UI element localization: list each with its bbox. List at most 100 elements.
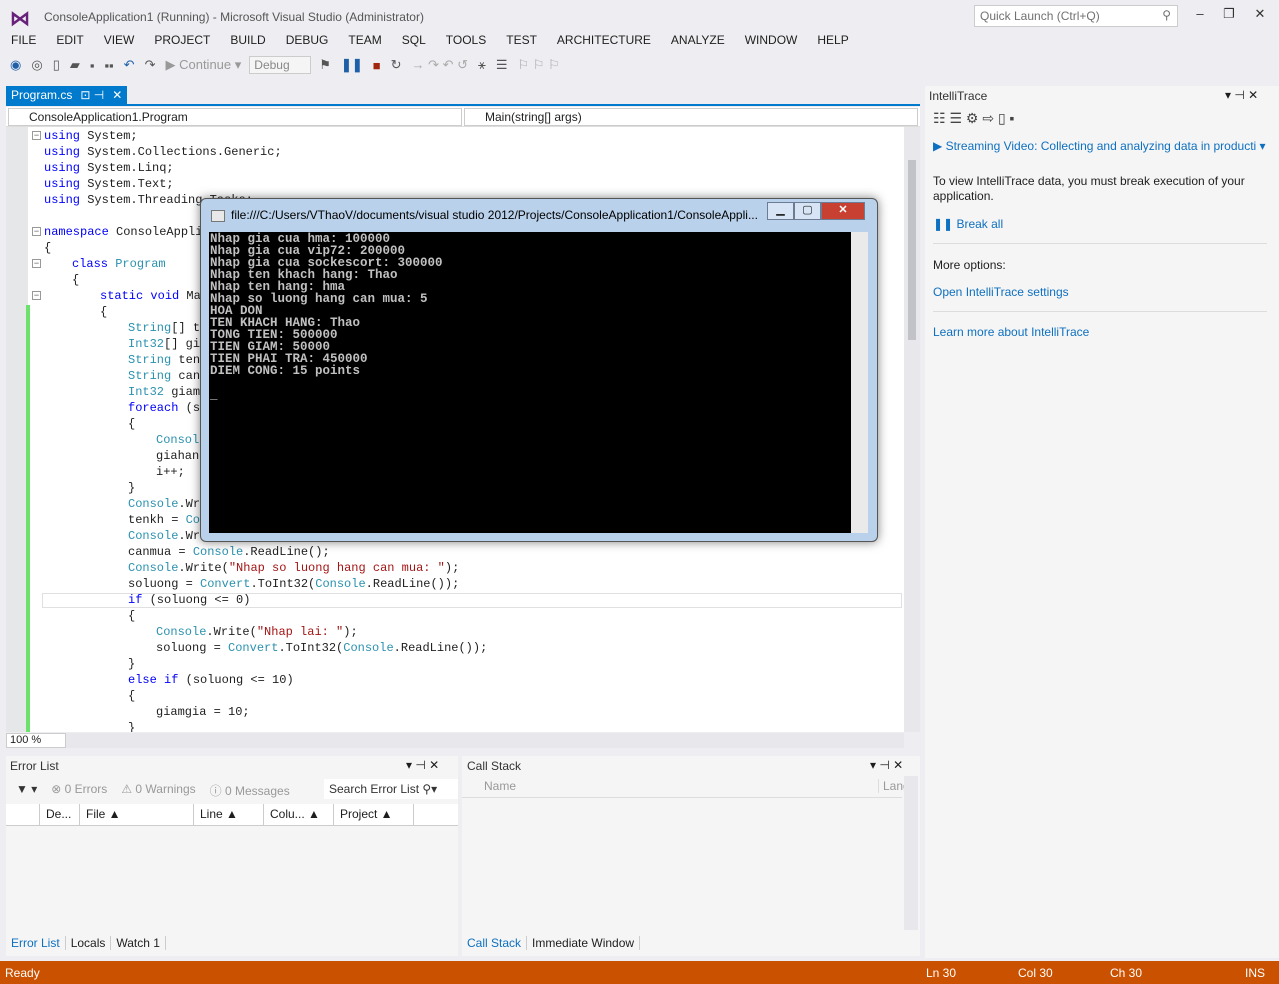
step-into-icon[interactable]: → ↷ ↶ ↺ — [410, 57, 471, 73]
code-line: i++; — [156, 464, 185, 480]
menu-file[interactable]: FILE — [0, 32, 45, 52]
intellitrace-panel: IntelliTrace ▾ ⊣ ✕ ☷ ☰ ⚙ ⇨ ▯ ▪ ▶ Streami… — [925, 86, 1279, 958]
panel-options-icon[interactable]: ▾ ⊣ ✕ — [870, 758, 903, 772]
bottom-tab[interactable]: Immediate Window — [527, 936, 641, 950]
menu-build[interactable]: BUILD — [219, 32, 274, 52]
back-icon[interactable]: ◉ — [8, 57, 23, 73]
column-header[interactable]: Colu... ▲ — [264, 804, 334, 825]
errors-filter[interactable]: ⊗ 0 Errors — [51, 782, 107, 799]
learn-more-link[interactable]: Learn more about IntelliTrace — [933, 325, 1089, 339]
menu-sql[interactable]: SQL — [391, 32, 435, 52]
menu-architecture[interactable]: ARCHITECTURE — [546, 32, 660, 52]
fold-toggle[interactable]: − — [32, 291, 41, 300]
fold-toggle[interactable]: − — [32, 259, 41, 268]
console-window[interactable]: file:///C:/Users/VThaoV/documents/visual… — [200, 198, 878, 542]
column-header[interactable]: Project ▲ — [334, 804, 414, 825]
restore-button[interactable]: ❐ — [1219, 6, 1239, 22]
menu-test[interactable]: TEST — [495, 32, 546, 52]
intellitrace-toolbar-icons[interactable]: ☷ ☰ ⚙ ⇨ ▯ ▪ — [933, 110, 1015, 127]
stop-icon[interactable]: ■ — [371, 58, 383, 73]
console-scrollbar[interactable] — [851, 232, 868, 533]
panel-options-icon[interactable]: ▾ ⊣ ✕ — [406, 758, 439, 772]
warnings-filter[interactable]: ⚠ 0 Warnings — [121, 782, 195, 799]
bottom-tab[interactable]: Call Stack — [462, 936, 528, 950]
menu-team[interactable]: TEAM — [337, 32, 390, 52]
minimize-button[interactable]: – — [1190, 6, 1210, 21]
console-minimize-button[interactable]: ▁ — [767, 202, 794, 220]
zoom-dropdown[interactable]: 100 % — [6, 733, 66, 748]
column-header-icon[interactable] — [6, 804, 40, 825]
new-project-icon[interactable]: ▯ — [51, 57, 62, 73]
settings-link[interactable]: Open IntelliTrace settings — [933, 285, 1069, 299]
break-all-link[interactable]: ❚❚ Break all — [933, 217, 1003, 231]
undo-icon[interactable]: ↶ — [122, 57, 137, 73]
menu-bar: FILE EDIT VIEW PROJECT BUILD DEBUG TEAM SQL TOOL… — [0, 32, 858, 52]
streaming-video-link[interactable]: ▶ Streaming Video: Collecting and analyz… — [933, 139, 1273, 153]
column-header[interactable]: De... — [40, 804, 80, 825]
filter-icon[interactable]: ▼ ▾ — [16, 782, 37, 799]
code-token: soluong = — [156, 641, 229, 655]
breakpoints-icon[interactable]: ⚹ — [476, 57, 488, 73]
code-token: { — [44, 241, 52, 255]
console-close-button[interactable]: ✕ — [821, 202, 865, 220]
save-all-icon[interactable]: ▪▪ — [102, 58, 115, 73]
code-token: System.Text; — [80, 177, 174, 191]
bookmark-icon[interactable]: ⚐ ⚐ ⚐ — [515, 57, 561, 73]
break-all-icon[interactable]: ❚❚ — [339, 57, 365, 73]
menu-tools[interactable]: TOOLS — [435, 32, 495, 52]
fold-toggle[interactable]: − — [32, 131, 41, 140]
code-line: using System.Text; — [44, 176, 174, 192]
search-error-list-input[interactable]: Search Error List ⚲▾ — [324, 779, 458, 799]
menu-debug[interactable]: DEBUG — [275, 32, 338, 52]
class-dropdown[interactable]: ConsoleApplication1.Program — [8, 108, 462, 126]
pin-icon[interactable]: ⊡ ⊣ — [80, 88, 104, 102]
code-token: using — [44, 129, 81, 143]
member-dropdown[interactable]: Main(string[] args) — [464, 108, 918, 126]
comment-icon[interactable]: ☰ — [494, 57, 510, 73]
menu-help[interactable]: HELP — [806, 32, 857, 52]
menu-project[interactable]: PROJECT — [143, 32, 219, 52]
menu-analyze[interactable]: ANALYZE — [660, 32, 734, 52]
menu-window[interactable]: WINDOW — [734, 32, 807, 52]
call-stack-scrollbar[interactable] — [904, 776, 918, 930]
fold-toggle[interactable]: − — [32, 227, 41, 236]
configuration-dropdown[interactable]: Debug — [249, 56, 312, 74]
bottom-tab[interactable]: Watch 1 — [111, 936, 166, 950]
column-header[interactable]: File ▲ — [80, 804, 194, 825]
code-token: Console — [156, 625, 207, 639]
search-icon: ⚲▾ — [422, 782, 438, 796]
quick-launch-input[interactable]: Quick Launch (Ctrl+Q) ⚲ — [974, 5, 1178, 27]
column-name[interactable]: Name — [484, 779, 516, 793]
console-maximize-button[interactable]: ▢ — [794, 202, 821, 220]
continue-button[interactable]: ▶ Continue ▾ — [163, 57, 243, 73]
restart-icon[interactable]: ↻ — [389, 57, 404, 73]
redo-icon[interactable]: ↷ — [143, 57, 158, 73]
tab-program-cs[interactable]: Program.cs ⊡ ⊣ ✕ — [6, 86, 128, 104]
editor-horizontal-scrollbar[interactable] — [66, 733, 904, 748]
panel-options-icon[interactable]: ▾ ⊣ ✕ — [1225, 88, 1258, 102]
class-dropdown-value: ConsoleApplication1.Program — [29, 110, 188, 124]
column-header[interactable]: Line ▲ — [194, 804, 264, 825]
code-token: Console — [128, 561, 179, 575]
code-token: { — [128, 689, 136, 703]
search-icon: ⚲ — [1162, 8, 1171, 22]
code-line: Int32 giam — [128, 384, 200, 400]
scrollbar-thumb[interactable] — [908, 160, 916, 340]
close-button[interactable]: ✕ — [1250, 6, 1270, 22]
bottom-tab[interactable]: Locals — [66, 936, 112, 950]
menu-view[interactable]: VIEW — [93, 32, 144, 52]
save-icon[interactable]: ▪ — [88, 58, 97, 73]
code-line: Int32[] gi — [128, 336, 200, 352]
menu-edit[interactable]: EDIT — [45, 32, 92, 52]
messages-filter[interactable]: ⓘ 0 Messages — [210, 782, 290, 799]
tab-close-icon[interactable]: ✕ — [112, 88, 122, 102]
console-line: Nhap so luong hang can mua: 5 — [210, 292, 428, 306]
code-line: { — [128, 688, 135, 704]
bottom-tab[interactable]: Error List — [6, 936, 66, 950]
code-line: Console.Wr — [128, 496, 200, 512]
code-token: if — [164, 673, 179, 687]
open-file-icon[interactable]: ▰ — [68, 57, 82, 73]
attach-icon[interactable]: ⚑ — [317, 57, 333, 73]
forward-icon[interactable]: ◎ — [29, 57, 44, 73]
code-token: using — [44, 193, 81, 207]
